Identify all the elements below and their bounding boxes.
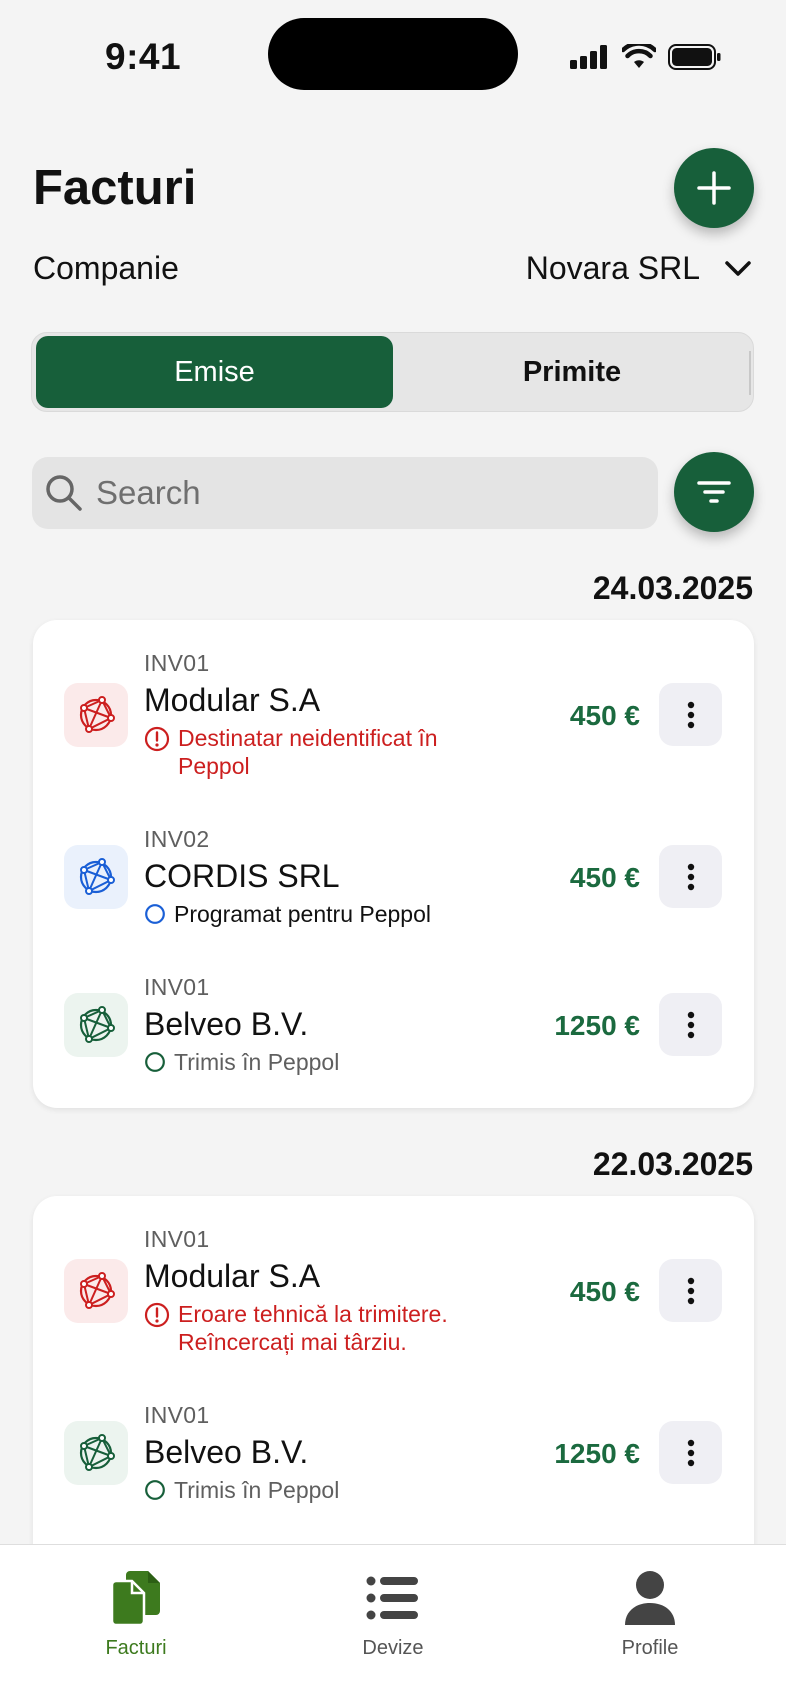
client-name: Belveo B.V.	[144, 1434, 309, 1470]
filter-button[interactable]	[674, 452, 754, 532]
more-options-button[interactable]	[659, 683, 722, 746]
more-options-button[interactable]	[659, 845, 722, 908]
date-header: 24.03.2025	[592, 570, 753, 606]
invoice-amount: 1250 €	[554, 1010, 640, 1041]
invoice-number: INV01	[144, 1402, 210, 1428]
client-name: Modular S.A	[144, 682, 321, 718]
invoice-amount: 450 €	[569, 862, 640, 893]
status-bar: 9:41	[0, 0, 786, 110]
peppol-network-icon	[64, 683, 128, 747]
status-text: Programat pentru Peppol	[174, 901, 431, 927]
more-options-button[interactable]	[659, 1259, 722, 1322]
invoice-item[interactable]: INV02 CORDIS SRL Programat pentru Peppol…	[33, 826, 754, 928]
invoice-number: INV01	[144, 974, 210, 1000]
person-icon	[625, 1571, 675, 1625]
more-options-button[interactable]	[659, 1421, 722, 1484]
invoice-number: INV01	[144, 1226, 210, 1252]
invoice-amount: 450 €	[569, 700, 640, 731]
circle-outline-icon	[145, 1480, 165, 1500]
page-title: Facturi	[33, 161, 197, 215]
circle-outline-icon	[145, 904, 165, 924]
dynamic-island	[268, 18, 518, 90]
peppol-network-icon	[64, 1421, 128, 1485]
tab-facturi[interactable]: Facturi	[76, 1569, 196, 1660]
filter-icon	[697, 481, 731, 503]
tab-label: Facturi	[105, 1637, 167, 1659]
alert-circle-icon	[144, 1302, 170, 1328]
peppol-network-icon	[64, 1259, 128, 1323]
status-text: Eroare tehnică la trimitere. Reîncercați…	[178, 1301, 448, 1355]
more-options-button[interactable]	[659, 993, 722, 1056]
search-input[interactable]	[96, 474, 596, 512]
status-sent: Trimis în Peppol	[144, 1476, 339, 1504]
client-name: Belveo B.V.	[144, 1006, 309, 1042]
more-vertical-icon	[687, 701, 694, 728]
documents-icon	[110, 1571, 160, 1627]
status-sent: Trimis în Peppol	[144, 1048, 339, 1076]
search-icon	[46, 475, 82, 511]
more-vertical-icon	[687, 1011, 694, 1038]
divider	[749, 351, 751, 395]
list-icon	[366, 1576, 418, 1620]
invoice-item[interactable]: INV01 Belveo B.V. Trimis în Peppol 1250 …	[33, 1402, 754, 1504]
status-scheduled: Programat pentru Peppol	[144, 900, 431, 928]
alert-circle-icon	[144, 726, 170, 752]
invoice-item[interactable]: INV01 Modular S.A Destinatar neidentific…	[33, 650, 754, 780]
status-text: Trimis în Peppol	[174, 1049, 340, 1075]
tab-emise[interactable]: Emise	[36, 336, 393, 408]
tab-label: Devize	[362, 1637, 424, 1659]
battery-icon	[668, 44, 721, 70]
client-name: CORDIS SRL	[144, 858, 340, 894]
invoice-amount: 450 €	[569, 1276, 640, 1307]
more-vertical-icon	[687, 863, 694, 890]
peppol-network-icon	[64, 845, 128, 909]
invoice-amount: 1250 €	[554, 1438, 640, 1469]
tab-primite[interactable]: Primite	[393, 336, 751, 408]
tab-profile[interactable]: Profile	[590, 1569, 710, 1660]
client-name: Modular S.A	[144, 1258, 321, 1294]
status-text: Destinatar neidentificat în Peppol	[178, 725, 438, 779]
plus-icon	[697, 171, 731, 205]
status-time: 9:41	[105, 36, 182, 77]
invoice-card: INV01 Modular S.A Destinatar neidentific…	[33, 620, 754, 1108]
bottom-tab-bar: Facturi Devize Profile	[0, 1544, 786, 1704]
invoice-item[interactable]: INV01 Modular S.A Eroare tehnică la trim…	[33, 1226, 754, 1356]
status-text: Trimis în Peppol	[174, 1477, 340, 1503]
company-dropdown[interactable]: Novara SRL	[526, 250, 752, 287]
wifi-icon	[622, 44, 656, 68]
invoice-number: INV01	[144, 650, 210, 676]
peppol-network-icon	[64, 993, 128, 1057]
tab-devize[interactable]: Devize	[333, 1569, 453, 1660]
company-value: Novara SRL	[525, 250, 700, 286]
add-invoice-button[interactable]	[674, 148, 754, 228]
status-error: Eroare tehnică la trimitere. Reîncercați…	[144, 1300, 508, 1356]
invoice-type-toggle: Emise Primite	[31, 332, 754, 412]
more-vertical-icon	[687, 1439, 694, 1466]
circle-outline-icon	[145, 1052, 165, 1072]
status-icons	[570, 44, 722, 70]
invoice-item[interactable]: INV01 Belveo B.V. Trimis în Peppol 1250 …	[33, 974, 754, 1076]
tab-label: Profile	[621, 1637, 679, 1659]
date-header: 22.03.2025	[592, 1146, 753, 1182]
invoice-number: INV02	[144, 826, 210, 852]
search-bar	[32, 457, 658, 529]
more-vertical-icon	[687, 1277, 694, 1304]
status-error: Destinatar neidentificat în Peppol	[144, 724, 498, 780]
company-label: Companie	[33, 250, 179, 286]
signal-icon	[570, 45, 607, 69]
chevron-down-icon	[725, 260, 751, 276]
